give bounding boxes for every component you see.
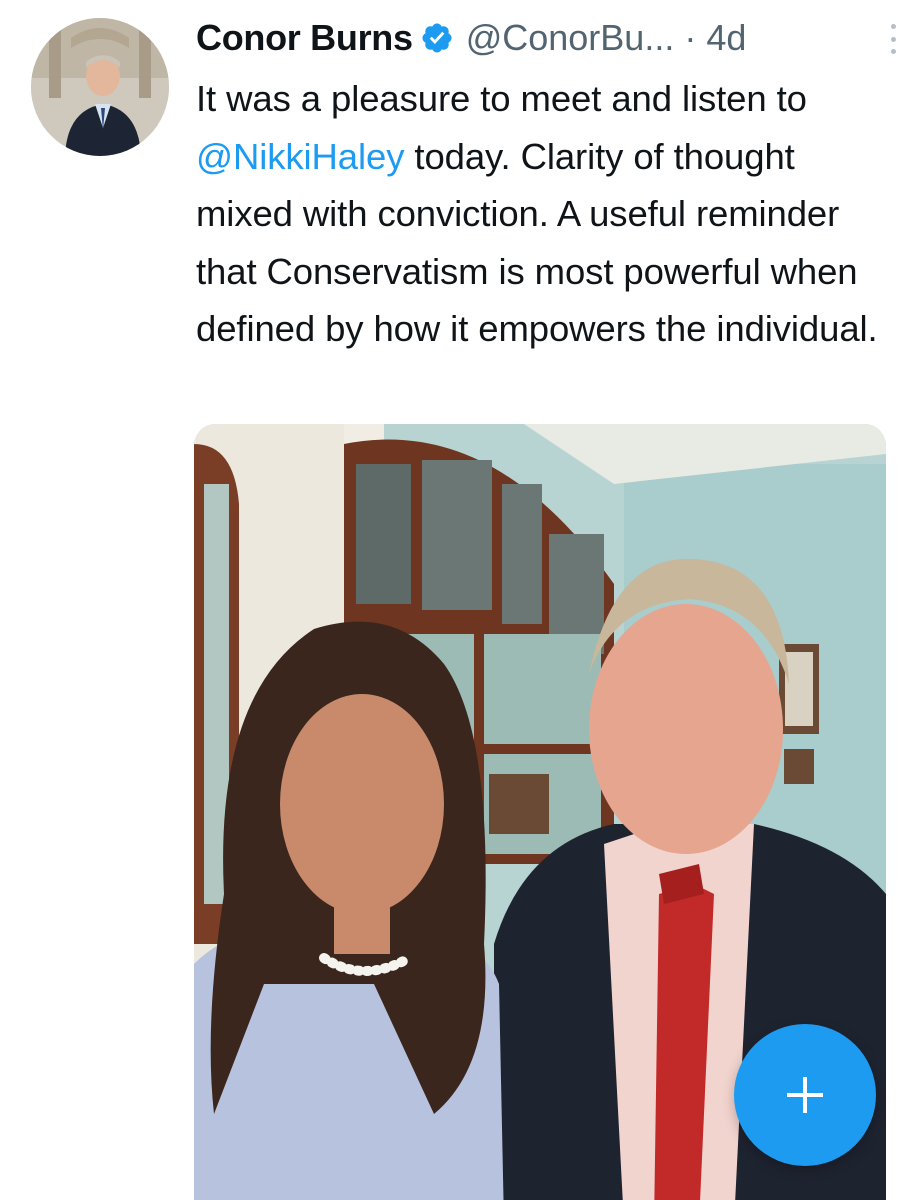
mention-link[interactable]: @NikkiHaley — [196, 136, 404, 177]
tweet-timestamp[interactable]: 4d — [706, 17, 746, 59]
author-name[interactable]: Conor Burns — [196, 17, 413, 59]
author-avatar[interactable] — [31, 18, 169, 156]
separator-dot: · — [684, 17, 697, 58]
more-vertical-icon[interactable] — [883, 20, 903, 58]
tweet-header: Conor Burns @ConorBu... · 4d — [196, 14, 903, 62]
author-handle[interactable]: @ConorBu... — [466, 17, 675, 59]
tweet-text: It was a pleasure to meet and listen to … — [196, 70, 896, 358]
tweet-text-part: It was a pleasure to meet and listen to — [196, 78, 807, 119]
compose-button[interactable] — [734, 1024, 876, 1166]
verified-badge-icon — [422, 23, 452, 53]
plus-icon — [787, 1077, 823, 1113]
tweet: Conor Burns @ConorBu... · 4d It was a pl… — [0, 0, 917, 1200]
